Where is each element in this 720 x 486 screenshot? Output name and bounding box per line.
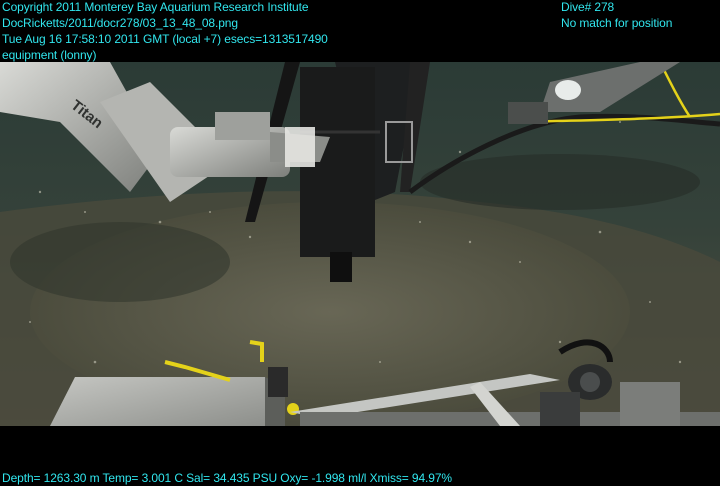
sensor-readout: Depth= 1263.30 m Temp= 3.001 C Sal= 34.4… <box>2 471 453 485</box>
annotation-line: equipment (lonny) <box>2 48 97 62</box>
video-frame: Copyright 2011 Monterey Bay Aquarium Res… <box>0 0 720 486</box>
top-left-overlay: Copyright 2011 Monterey Bay Aquarium Res… <box>2 0 328 63</box>
filename-line: DocRicketts/2011/docr278/03_13_48_08.png <box>2 16 238 30</box>
shadow-area-right <box>420 154 700 210</box>
top-right-overlay: Dive# 278 No match for position <box>561 0 672 31</box>
seafloor-image: Titan <box>0 62 720 426</box>
seafloor-scene: Titan <box>0 62 720 426</box>
dive-number: Dive# 278 <box>561 0 615 14</box>
timestamp-line: Tue Aug 16 17:58:10 2011 GMT (local +7) … <box>2 32 328 46</box>
shadow-area <box>10 222 230 302</box>
copyright-line: Copyright 2011 Monterey Bay Aquarium Res… <box>2 0 309 14</box>
position-status: No match for position <box>561 16 673 30</box>
